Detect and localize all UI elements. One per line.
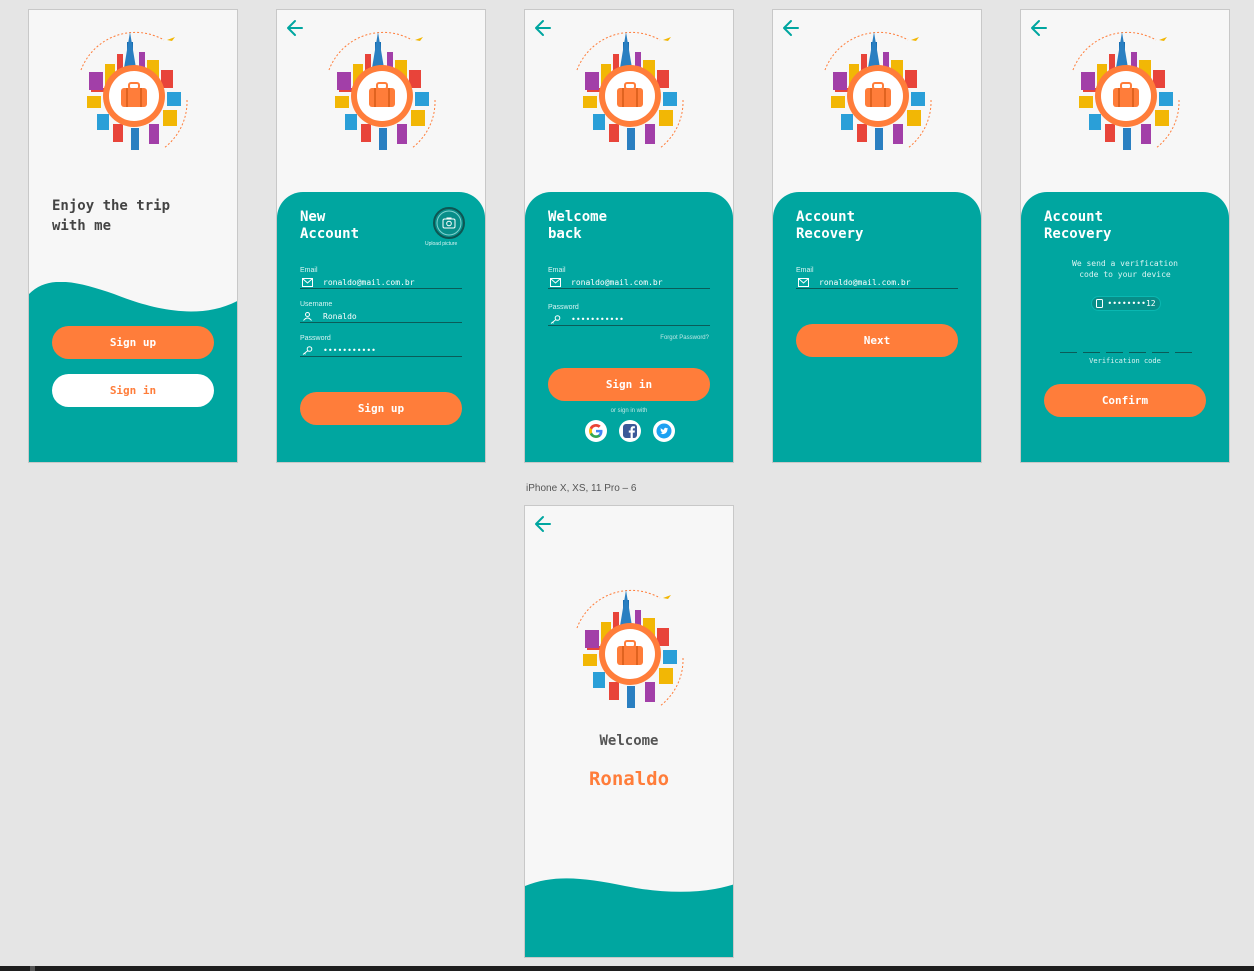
page-title: Welcome back xyxy=(548,209,608,242)
teal-wave xyxy=(29,282,237,462)
confirm-button[interactable]: Confirm xyxy=(1044,384,1206,417)
phone-number: ••••••••12 xyxy=(1107,299,1156,308)
back-arrow-icon[interactable] xyxy=(285,18,305,38)
password-label: Password xyxy=(548,304,579,311)
back-arrow-icon[interactable] xyxy=(533,18,553,38)
email-value: ronaldo@mail.com.br xyxy=(571,277,663,287)
google-icon[interactable] xyxy=(585,420,607,442)
twitter-icon[interactable] xyxy=(653,420,675,442)
password-label: Password xyxy=(300,335,331,342)
password-value: ••••••••••• xyxy=(571,314,624,324)
tagline: Enjoy the trip with me xyxy=(52,198,171,234)
key-icon xyxy=(302,346,313,355)
verification-code-label: Verification code xyxy=(1089,357,1161,365)
travel-logo-icon xyxy=(69,30,199,160)
email-field[interactable]: Email ronaldo@mail.com.br xyxy=(300,267,462,289)
upload-picture-label: Upload picture xyxy=(425,241,458,247)
password-field[interactable]: Password ••••••••••• xyxy=(300,335,462,357)
mail-icon xyxy=(302,278,313,287)
phone-icon xyxy=(1096,299,1104,308)
email-value: ronaldo@mail.com.br xyxy=(819,277,911,287)
form-panel: Account Recovery We send a verification … xyxy=(1021,192,1229,462)
password-value: ••••••••••• xyxy=(323,345,376,355)
form-panel: Account Recovery Email ronaldo@mail.com.… xyxy=(773,192,981,462)
user-name: Ronaldo xyxy=(588,768,670,790)
password-field[interactable]: Password ••••••••••• xyxy=(548,304,710,326)
form-panel: Welcome back Email ronaldo@mail.com.br P… xyxy=(525,192,733,462)
camera-icon[interactable] xyxy=(433,207,465,239)
sign-up-button[interactable]: Sign up xyxy=(300,392,462,425)
screen-new-account: New Account Upload picture Email ronaldo… xyxy=(276,9,486,463)
key-icon xyxy=(550,315,561,324)
user-icon xyxy=(302,312,313,321)
email-value: ronaldo@mail.com.br xyxy=(323,277,415,287)
welcome-heading: Welcome xyxy=(599,733,659,749)
page-title: New Account xyxy=(300,209,360,242)
page-title: Account Recovery xyxy=(1044,209,1112,242)
screen-verification: Account Recovery We send a verification … xyxy=(1020,9,1230,463)
email-label: Email xyxy=(548,267,566,274)
page-title: Account Recovery xyxy=(796,209,864,242)
screen-welcome: Enjoy the trip with me Sign up Sign in xyxy=(28,9,238,463)
screen-sign-in: Welcome back Email ronaldo@mail.com.br P… xyxy=(524,9,734,463)
sign-up-button[interactable]: Sign up xyxy=(52,326,214,359)
email-label: Email xyxy=(300,267,318,274)
email-field[interactable]: Email ronaldo@mail.com.br xyxy=(796,267,958,289)
sign-in-button[interactable]: Sign in xyxy=(52,374,214,407)
screen-account-recovery: Account Recovery Email ronaldo@mail.com.… xyxy=(772,9,982,463)
email-label: Email xyxy=(796,267,814,274)
next-button[interactable]: Next xyxy=(796,324,958,357)
travel-logo-icon xyxy=(813,30,943,160)
artboard-label: iPhone X, XS, 11 Pro – 6 xyxy=(526,483,637,494)
travel-logo-icon xyxy=(565,30,695,160)
sign-in-button[interactable]: Sign in xyxy=(548,368,710,401)
or-sign-in-label: or sign in with xyxy=(610,408,648,414)
back-arrow-icon[interactable] xyxy=(533,514,553,534)
mail-icon xyxy=(550,278,561,287)
status-strip xyxy=(0,966,1254,971)
back-arrow-icon[interactable] xyxy=(781,18,801,38)
screen-welcome-user: Welcome Ronaldo xyxy=(524,505,734,958)
forgot-password-link[interactable]: Forgot Password? xyxy=(660,335,709,341)
verification-message: We send a verification code to your devi… xyxy=(1072,259,1178,279)
mail-icon xyxy=(798,278,809,287)
email-field[interactable]: Email ronaldo@mail.com.br xyxy=(548,267,710,289)
phone-number-badge: ••••••••12 xyxy=(1091,296,1161,311)
verification-code-input[interactable] xyxy=(1060,352,1192,353)
username-value: Ronaldo xyxy=(323,311,357,321)
travel-logo-icon xyxy=(317,30,447,160)
username-field[interactable]: Username Ronaldo xyxy=(300,301,462,323)
form-panel: New Account Upload picture Email ronaldo… xyxy=(277,192,485,462)
facebook-icon[interactable] xyxy=(619,420,641,442)
teal-wave xyxy=(525,878,733,957)
travel-logo-icon xyxy=(1061,30,1191,160)
back-arrow-icon[interactable] xyxy=(1029,18,1049,38)
username-label: Username xyxy=(300,301,333,308)
travel-logo-icon xyxy=(565,588,695,718)
